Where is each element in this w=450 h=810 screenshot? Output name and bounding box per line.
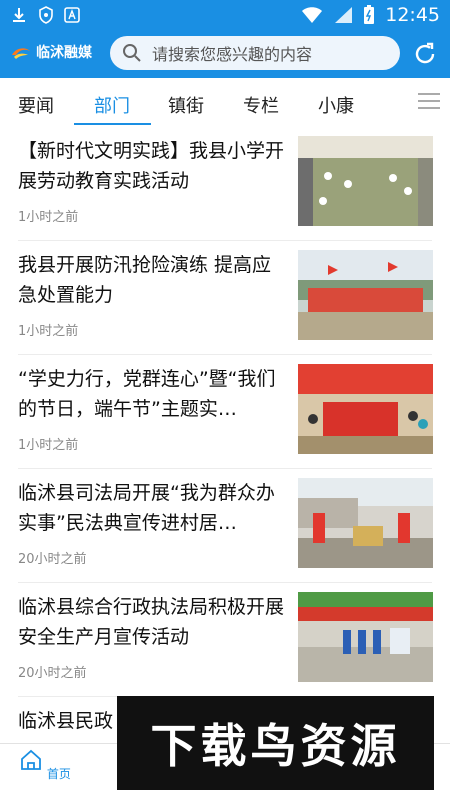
article-title: 临沭县综合行政执法局积极开展安全生产月宣传活动 bbox=[18, 596, 285, 648]
tab-xiaokang[interactable]: 小康 bbox=[318, 92, 354, 118]
article-title: 临沭县司法局开展“我为群众办实事”民法典宣传进村居… bbox=[18, 482, 275, 534]
battery-icon bbox=[364, 5, 375, 24]
search-icon bbox=[123, 44, 141, 62]
list-item[interactable]: 临沭县综合行政执法局积极开展安全生产月宣传活动 20小时之前 bbox=[0, 582, 450, 696]
search-bar[interactable]: 请搜索您感兴趣的内容 bbox=[110, 36, 400, 70]
article-time: 1小时之前 bbox=[18, 210, 79, 225]
app-bar: 临沭融媒 请搜索您感兴趣的内容 bbox=[0, 30, 450, 78]
watermark-banner: 下载鸟资源 bbox=[117, 696, 434, 790]
nav-home[interactable]: 首页 bbox=[5, 748, 85, 782]
list-item[interactable]: 【新时代文明实践】我县小学开展劳动教育实践活动 1小时之前 bbox=[0, 126, 450, 240]
tab-bumen[interactable]: 部门 bbox=[94, 92, 130, 118]
shield-icon bbox=[39, 6, 53, 24]
nav-home-label: 首页 bbox=[46, 767, 71, 781]
article-time: 1小时之前 bbox=[18, 324, 79, 339]
article-thumbnail bbox=[298, 364, 433, 454]
channel-menu-icon[interactable] bbox=[418, 93, 440, 111]
status-left-icons bbox=[10, 6, 80, 24]
article-title: “学史力行，党群连心”暨“我们的节日，端午节”主题实… bbox=[18, 368, 276, 420]
refresh-icon[interactable] bbox=[412, 41, 438, 67]
signal-icon bbox=[335, 7, 353, 23]
article-time: 20小时之前 bbox=[18, 666, 87, 681]
app-logo: 临沭融媒 bbox=[10, 42, 92, 62]
tab-active-indicator bbox=[74, 123, 151, 125]
clock: 12:45 bbox=[385, 4, 440, 26]
article-title: 【新时代文明实践】我县小学开展劳动教育实践活动 bbox=[18, 140, 285, 192]
tab-zhenjie[interactable]: 镇街 bbox=[168, 92, 204, 118]
logo-icon bbox=[12, 48, 30, 59]
article-thumbnail bbox=[298, 250, 433, 340]
article-title: 我县开展防汛抢险演练 提高应急处置能力 bbox=[18, 254, 272, 306]
article-thumbnail bbox=[298, 136, 433, 226]
status-bar: 12:45 bbox=[0, 0, 450, 30]
home-icon bbox=[21, 749, 41, 770]
list-item[interactable]: 临沭县司法局开展“我为群众办实事”民法典宣传进村居… 20小时之前 bbox=[0, 468, 450, 582]
tab-zhuanlan[interactable]: 专栏 bbox=[243, 92, 279, 118]
download-icon bbox=[13, 8, 25, 22]
app-a-icon bbox=[64, 7, 80, 23]
tab-yaowen[interactable]: 要闻 bbox=[18, 92, 54, 118]
logo-text: 临沭融媒 bbox=[36, 45, 92, 61]
category-tabs: 要闻 部门 镇街 专栏 小康 bbox=[0, 78, 450, 126]
search-placeholder: 请搜索您感兴趣的内容 bbox=[152, 45, 313, 64]
status-right: 12:45 bbox=[301, 4, 440, 26]
wifi-icon bbox=[302, 7, 323, 23]
article-thumbnail bbox=[298, 478, 433, 568]
article-thumbnail bbox=[298, 592, 433, 682]
list-item[interactable]: “学史力行，党群连心”暨“我们的节日，端午节”主题实… 1小时之前 bbox=[0, 354, 450, 468]
article-time: 20小时之前 bbox=[18, 552, 87, 567]
list-item[interactable]: 我县开展防汛抢险演练 提高应急处置能力 1小时之前 bbox=[0, 240, 450, 354]
article-time: 1小时之前 bbox=[18, 438, 79, 453]
